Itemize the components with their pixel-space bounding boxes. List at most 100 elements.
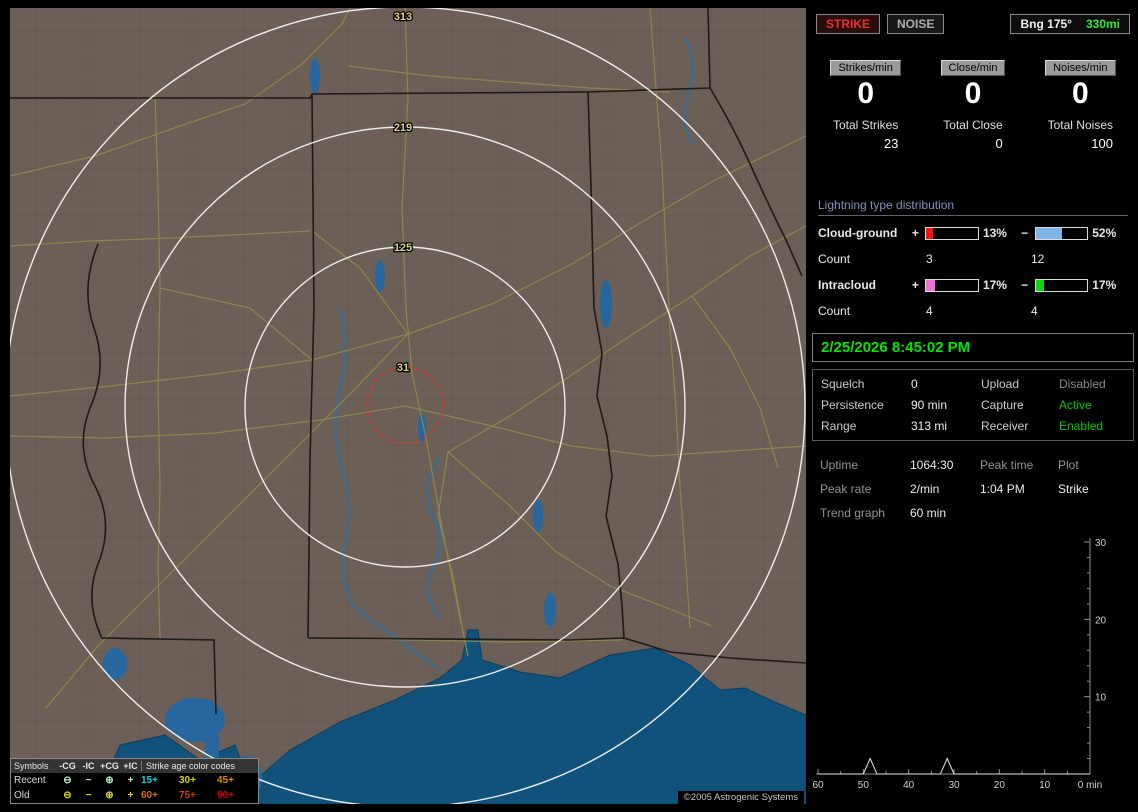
status-grid: Squelch 0 Upload Disabled Persistence 90…: [813, 377, 1133, 433]
total-noises-label: Total Noises: [1047, 118, 1113, 132]
control-panel: STRIKE NOISE Bng 175° 330mi Strikes/min …: [812, 0, 1134, 812]
svg-text:50: 50: [858, 780, 870, 791]
cg-positive-percent: 13%: [982, 226, 1007, 240]
rate-counters: Strikes/min 0 Total Strikes 23 Close/min…: [812, 60, 1134, 151]
svg-text:0 min: 0 min: [1078, 780, 1102, 791]
cg-negative-percent: 52%: [1092, 226, 1117, 240]
intracloud-label: Intracloud: [818, 278, 877, 292]
upload-status: Disabled: [1059, 377, 1106, 391]
range-value: 313 mi: [911, 419, 948, 433]
plot-value: Strike: [1058, 482, 1089, 496]
range-label: Range: [821, 419, 857, 433]
stats-grid: Uptime 1064:30 Peak time Plot Peak rate …: [812, 458, 1134, 520]
total-strikes-label: Total Strikes: [832, 118, 899, 132]
intracloud-row: Intracloud + 17% − 17%: [818, 272, 1128, 298]
age-code-30: 30+: [179, 775, 196, 786]
range-ring-label: 125: [394, 242, 412, 254]
map-panel: 313 219 125 31 Symbols -CG -IC +CG +IC S…: [10, 8, 806, 804]
cloud-ground-count-row: Count 3 12: [818, 246, 1128, 272]
legend-old-label: Old: [14, 790, 30, 801]
peak-time-label: Peak time: [980, 458, 1034, 472]
bearing-value: Bng 175°: [1020, 17, 1072, 31]
noises-per-min-value: 0: [1071, 77, 1089, 110]
svg-text:20: 20: [1095, 615, 1107, 626]
ic-negative-bar-fill: [1035, 279, 1045, 291]
ic-positive-count: 4: [926, 304, 933, 318]
range-ring-label: 313: [394, 11, 412, 23]
pos-cg-symbol: ⊕: [105, 775, 114, 786]
receiver-status-value: Enabled: [1059, 419, 1104, 433]
age-code-60: 60+: [141, 790, 158, 801]
total-close-value: 0: [995, 136, 1003, 151]
bearing-range-value: 330mi: [1085, 17, 1120, 31]
ic-positive-percent: 17%: [982, 278, 1007, 292]
range-ring-label: 219: [394, 122, 412, 134]
trend-graph-label: Trend graph: [820, 506, 885, 520]
datetime-display: 2/25/2026 8:45:02 PM: [812, 333, 1134, 362]
persistence-label: Persistence: [821, 398, 884, 412]
legend-age-header: Strike age color codes: [141, 761, 257, 771]
lightning-detector-app: 313 219 125 31 Symbols -CG -IC +CG +IC S…: [0, 0, 1138, 812]
peak-time-value: 1:04 PM: [980, 482, 1025, 496]
cg-positive-count: 3: [926, 252, 933, 266]
legend-recent-row: Recent ⊖ − ⊕ + 15+ 30+ 45+: [11, 773, 258, 788]
age-code-75: 75+: [179, 790, 196, 801]
legend-col-neg-cg: -CG: [59, 761, 76, 771]
noises-per-min-label: Noises/min: [1045, 60, 1116, 76]
capture-label: Capture: [981, 398, 1024, 412]
minus-sign: −: [1021, 278, 1029, 292]
cg-positive-bar-fill: [926, 227, 933, 239]
legend-col-pos-cg: +CG: [100, 761, 119, 771]
session-stats: Uptime 1064:30 Peak time Plot Peak rate …: [812, 458, 1134, 520]
map-legend: Symbols -CG -IC +CG +IC Strike age color…: [10, 758, 259, 804]
uptime-label: Uptime: [820, 458, 859, 472]
strikes-counter: Strikes/min 0 Total Strikes 23: [812, 60, 919, 151]
svg-text:30: 30: [948, 780, 960, 791]
svg-text:30: 30: [1095, 538, 1107, 549]
ic-negative-percent: 17%: [1092, 278, 1117, 292]
mode-toolbar: STRIKE NOISE Bng 175° 330mi: [816, 14, 1130, 34]
svg-text:60: 60: [812, 780, 824, 791]
plus-sign: +: [911, 226, 919, 240]
legend-old-row: Old ⊖ − ⊕ + 60+ 75+ 90+: [11, 788, 258, 803]
persistence-value: 90 min: [911, 398, 948, 412]
legend-header-row: Symbols -CG -IC +CG +IC Strike age color…: [11, 759, 258, 773]
trend-graph: 10 20 30 60 50 40 30 20 10 0 min: [812, 538, 1107, 791]
cg-negative-bar-fill: [1035, 227, 1063, 239]
ic-negative-bar: [1034, 278, 1089, 292]
svg-text:10: 10: [1095, 693, 1107, 704]
close-per-min-label: Close/min: [940, 60, 1006, 76]
count-label: Count: [818, 304, 851, 318]
peak-rate-label: Peak rate: [820, 482, 872, 496]
trend-graph-window: 60 min: [910, 506, 947, 520]
age-code-90: 90+: [217, 790, 234, 801]
lightning-distribution: Lightning type distribution Cloud-ground…: [818, 198, 1128, 324]
map-graphic: 313 219 125 31: [10, 8, 806, 804]
close-counter: Close/min 0 Total Close 0: [919, 60, 1026, 151]
neg-ic-symbol: −: [85, 775, 92, 786]
range-ring-label: 31: [397, 362, 409, 374]
pos-cg-symbol: ⊕: [105, 790, 114, 801]
peak-rate-value: 2/min: [910, 482, 940, 496]
total-noises-value: 100: [1091, 136, 1113, 151]
uptime-value: 1064:30: [910, 458, 954, 472]
cg-negative-bar: [1034, 226, 1089, 240]
close-per-min-value: 0: [964, 77, 982, 110]
bearing-readout: Bng 175° 330mi: [1010, 14, 1130, 34]
capture-status: Active: [1059, 398, 1092, 412]
pos-ic-symbol: +: [127, 790, 134, 801]
total-noises: Total Noises 100: [1048, 118, 1113, 151]
neg-cg-symbol: ⊖: [63, 775, 72, 786]
strike-toggle-button[interactable]: STRIKE: [816, 14, 881, 34]
noise-toggle-button[interactable]: NOISE: [887, 14, 945, 34]
legend-symbols-header: Symbols: [14, 761, 49, 771]
datetime-value: 2/25/2026 8:45:02 PM: [821, 339, 971, 356]
intracloud-count-row: Count 4 4: [818, 298, 1128, 324]
age-code-45: 45+: [217, 775, 234, 786]
cloud-ground-label: Cloud-ground: [818, 226, 898, 240]
cloud-ground-row: Cloud-ground + 13% − 52%: [818, 220, 1128, 246]
neg-cg-symbol: ⊖: [63, 790, 72, 801]
total-close: Total Close 0: [943, 118, 1002, 151]
total-strikes: Total Strikes 23: [833, 118, 898, 151]
cg-negative-count: 12: [1031, 252, 1045, 266]
